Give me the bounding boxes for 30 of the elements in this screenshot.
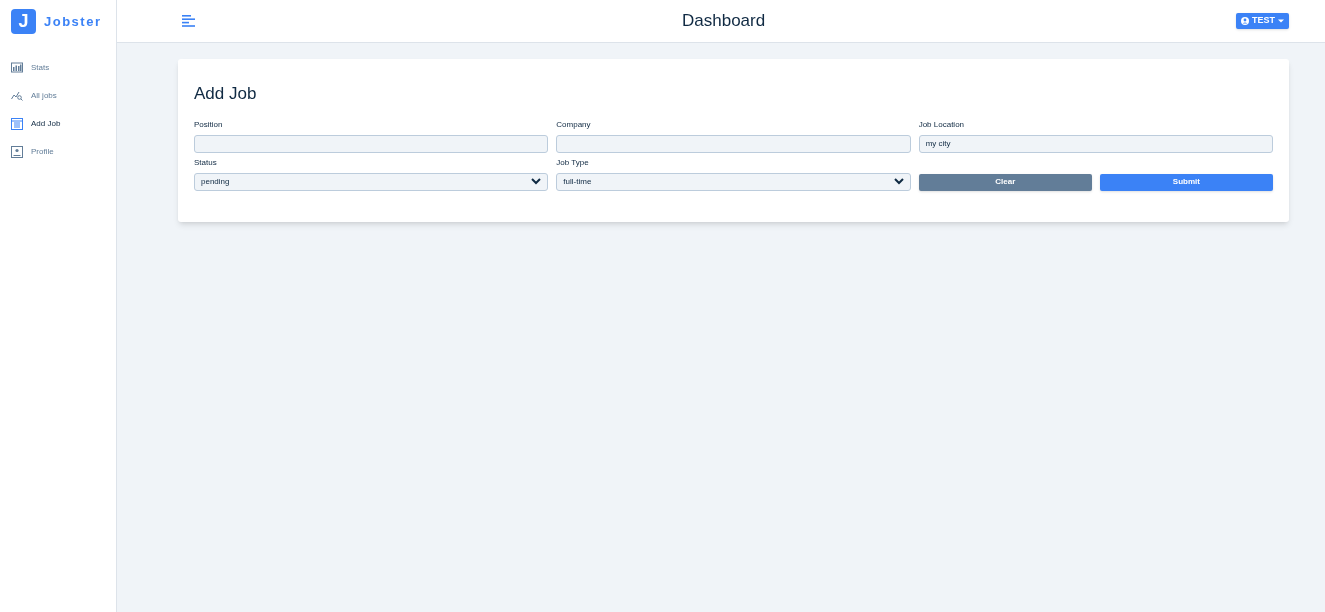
page-title: Dashboard <box>682 10 766 33</box>
form-title: Add Job <box>194 83 258 105</box>
chevron-icon <box>531 178 542 185</box>
select-field[interactable]: full-time <box>556 172 911 191</box>
submit-button[interactable]: Submit <box>1099 173 1273 191</box>
caret-icon <box>1278 19 1284 23</box>
clear-button[interactable]: Clear <box>918 173 1092 191</box>
user-icon <box>1241 17 1249 25</box>
logo-icon: J <box>11 9 36 34</box>
sidebar-item[interactable]: Profile <box>0 142 116 162</box>
field-label: Position <box>194 118 224 130</box>
logo-text: Jobster <box>44 12 102 31</box>
input-field[interactable] <box>194 134 549 153</box>
chart-search-icon <box>11 90 23 102</box>
user-button[interactable]: TEST <box>1236 13 1289 29</box>
sidebar-item[interactable]: All jobs <box>0 86 116 106</box>
chevron-icon <box>893 178 904 185</box>
select-field[interactable]: pending <box>194 172 549 191</box>
profile-card-icon <box>11 146 23 158</box>
form-icon <box>11 118 23 130</box>
input-field[interactable] <box>556 134 911 153</box>
bar-chart-icon <box>11 62 23 74</box>
field-label: Job Type <box>556 156 590 168</box>
field-label: Job Location <box>918 118 966 130</box>
sidebar-item[interactable]: Stats <box>0 58 116 78</box>
menu-icon[interactable] <box>182 15 195 27</box>
field-label: Company <box>556 118 592 130</box>
input-field[interactable]: my city <box>918 134 1273 153</box>
sidebar-item[interactable]: Add Job <box>0 114 116 134</box>
field-label: Status <box>194 156 218 168</box>
